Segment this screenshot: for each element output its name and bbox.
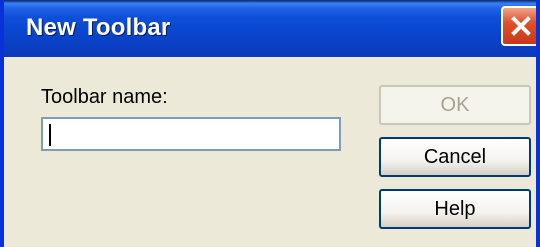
close-button[interactable]: [501, 6, 536, 46]
dialog-body: Toolbar name: OK Cancel Help: [4, 57, 536, 247]
toolbar-name-input[interactable]: [41, 117, 341, 151]
title-bar[interactable]: New Toolbar: [4, 0, 536, 57]
cancel-button[interactable]: Cancel: [379, 137, 531, 177]
text-caret: [49, 124, 51, 146]
dialog-title: New Toolbar: [26, 14, 171, 41]
help-button[interactable]: Help: [379, 189, 531, 229]
new-toolbar-dialog: New Toolbar Toolbar name: OK Cancel Help: [0, 0, 540, 247]
close-icon: [511, 16, 531, 36]
ok-button[interactable]: OK: [379, 85, 531, 125]
toolbar-name-label: Toolbar name:: [41, 86, 168, 108]
